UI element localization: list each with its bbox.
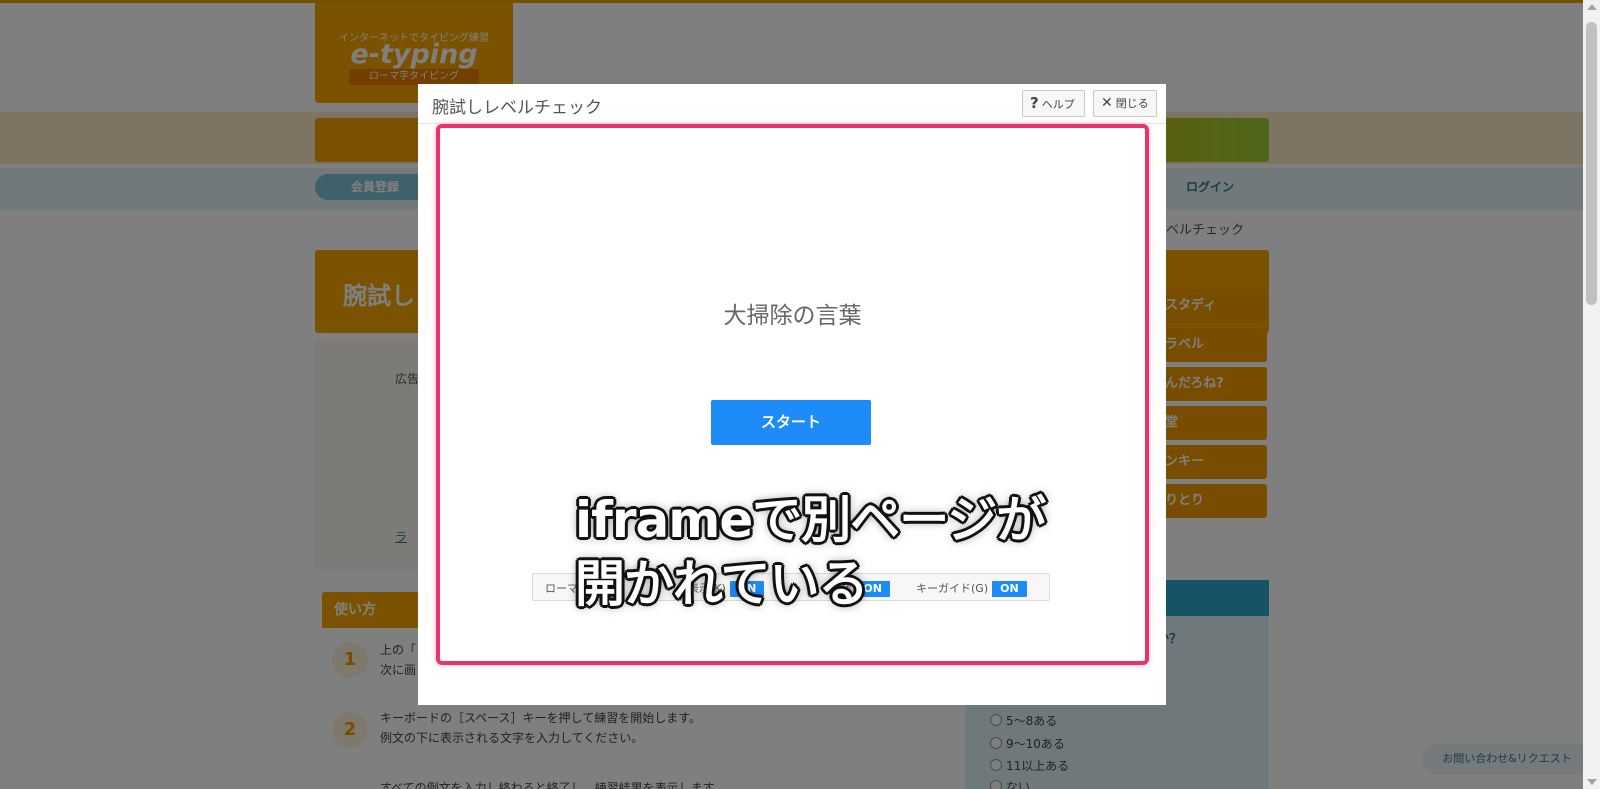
scroll-up-arrow-icon[interactable] [1587, 4, 1597, 10]
scroll-down-arrow-icon[interactable] [1587, 779, 1597, 785]
annotation-line-2: 開かれている [575, 555, 868, 613]
typing-iframe[interactable]: 大掃除の言葉 スタート ローマ 表示(K) ON ビープ音 ON キーガイド(G) O… [436, 124, 1149, 665]
annotation-line-1: iframeで別ページが [575, 491, 1046, 549]
scrollbar-thumb[interactable] [1586, 22, 1597, 305]
word-set-title: 大掃除の言葉 [723, 303, 862, 329]
level-check-modal: 腕試しレベルチェック ? ヘルプ ✕ 閉じる 大掃除の言葉 スタート ローマ 表示(… [418, 84, 1166, 705]
option-romaji[interactable]: ローマ [545, 580, 578, 596]
question-icon: ? [1030, 94, 1039, 112]
help-label: ヘルプ [1041, 98, 1075, 111]
close-button[interactable]: ✕ 閉じる [1093, 90, 1157, 117]
option-label: キーガイド(G) [916, 582, 989, 595]
option-key-guide[interactable]: キーガイド(G) ON [916, 580, 1027, 597]
modal-title: 腕試しレベルチェック [432, 98, 602, 118]
option-toggle[interactable]: ON [992, 581, 1027, 597]
help-button[interactable]: ? ヘルプ [1022, 90, 1085, 117]
start-button[interactable]: スタート [711, 400, 871, 445]
close-label: 閉じる [1115, 97, 1149, 110]
option-label: ローマ [545, 582, 578, 595]
close-icon: ✕ [1101, 95, 1113, 111]
